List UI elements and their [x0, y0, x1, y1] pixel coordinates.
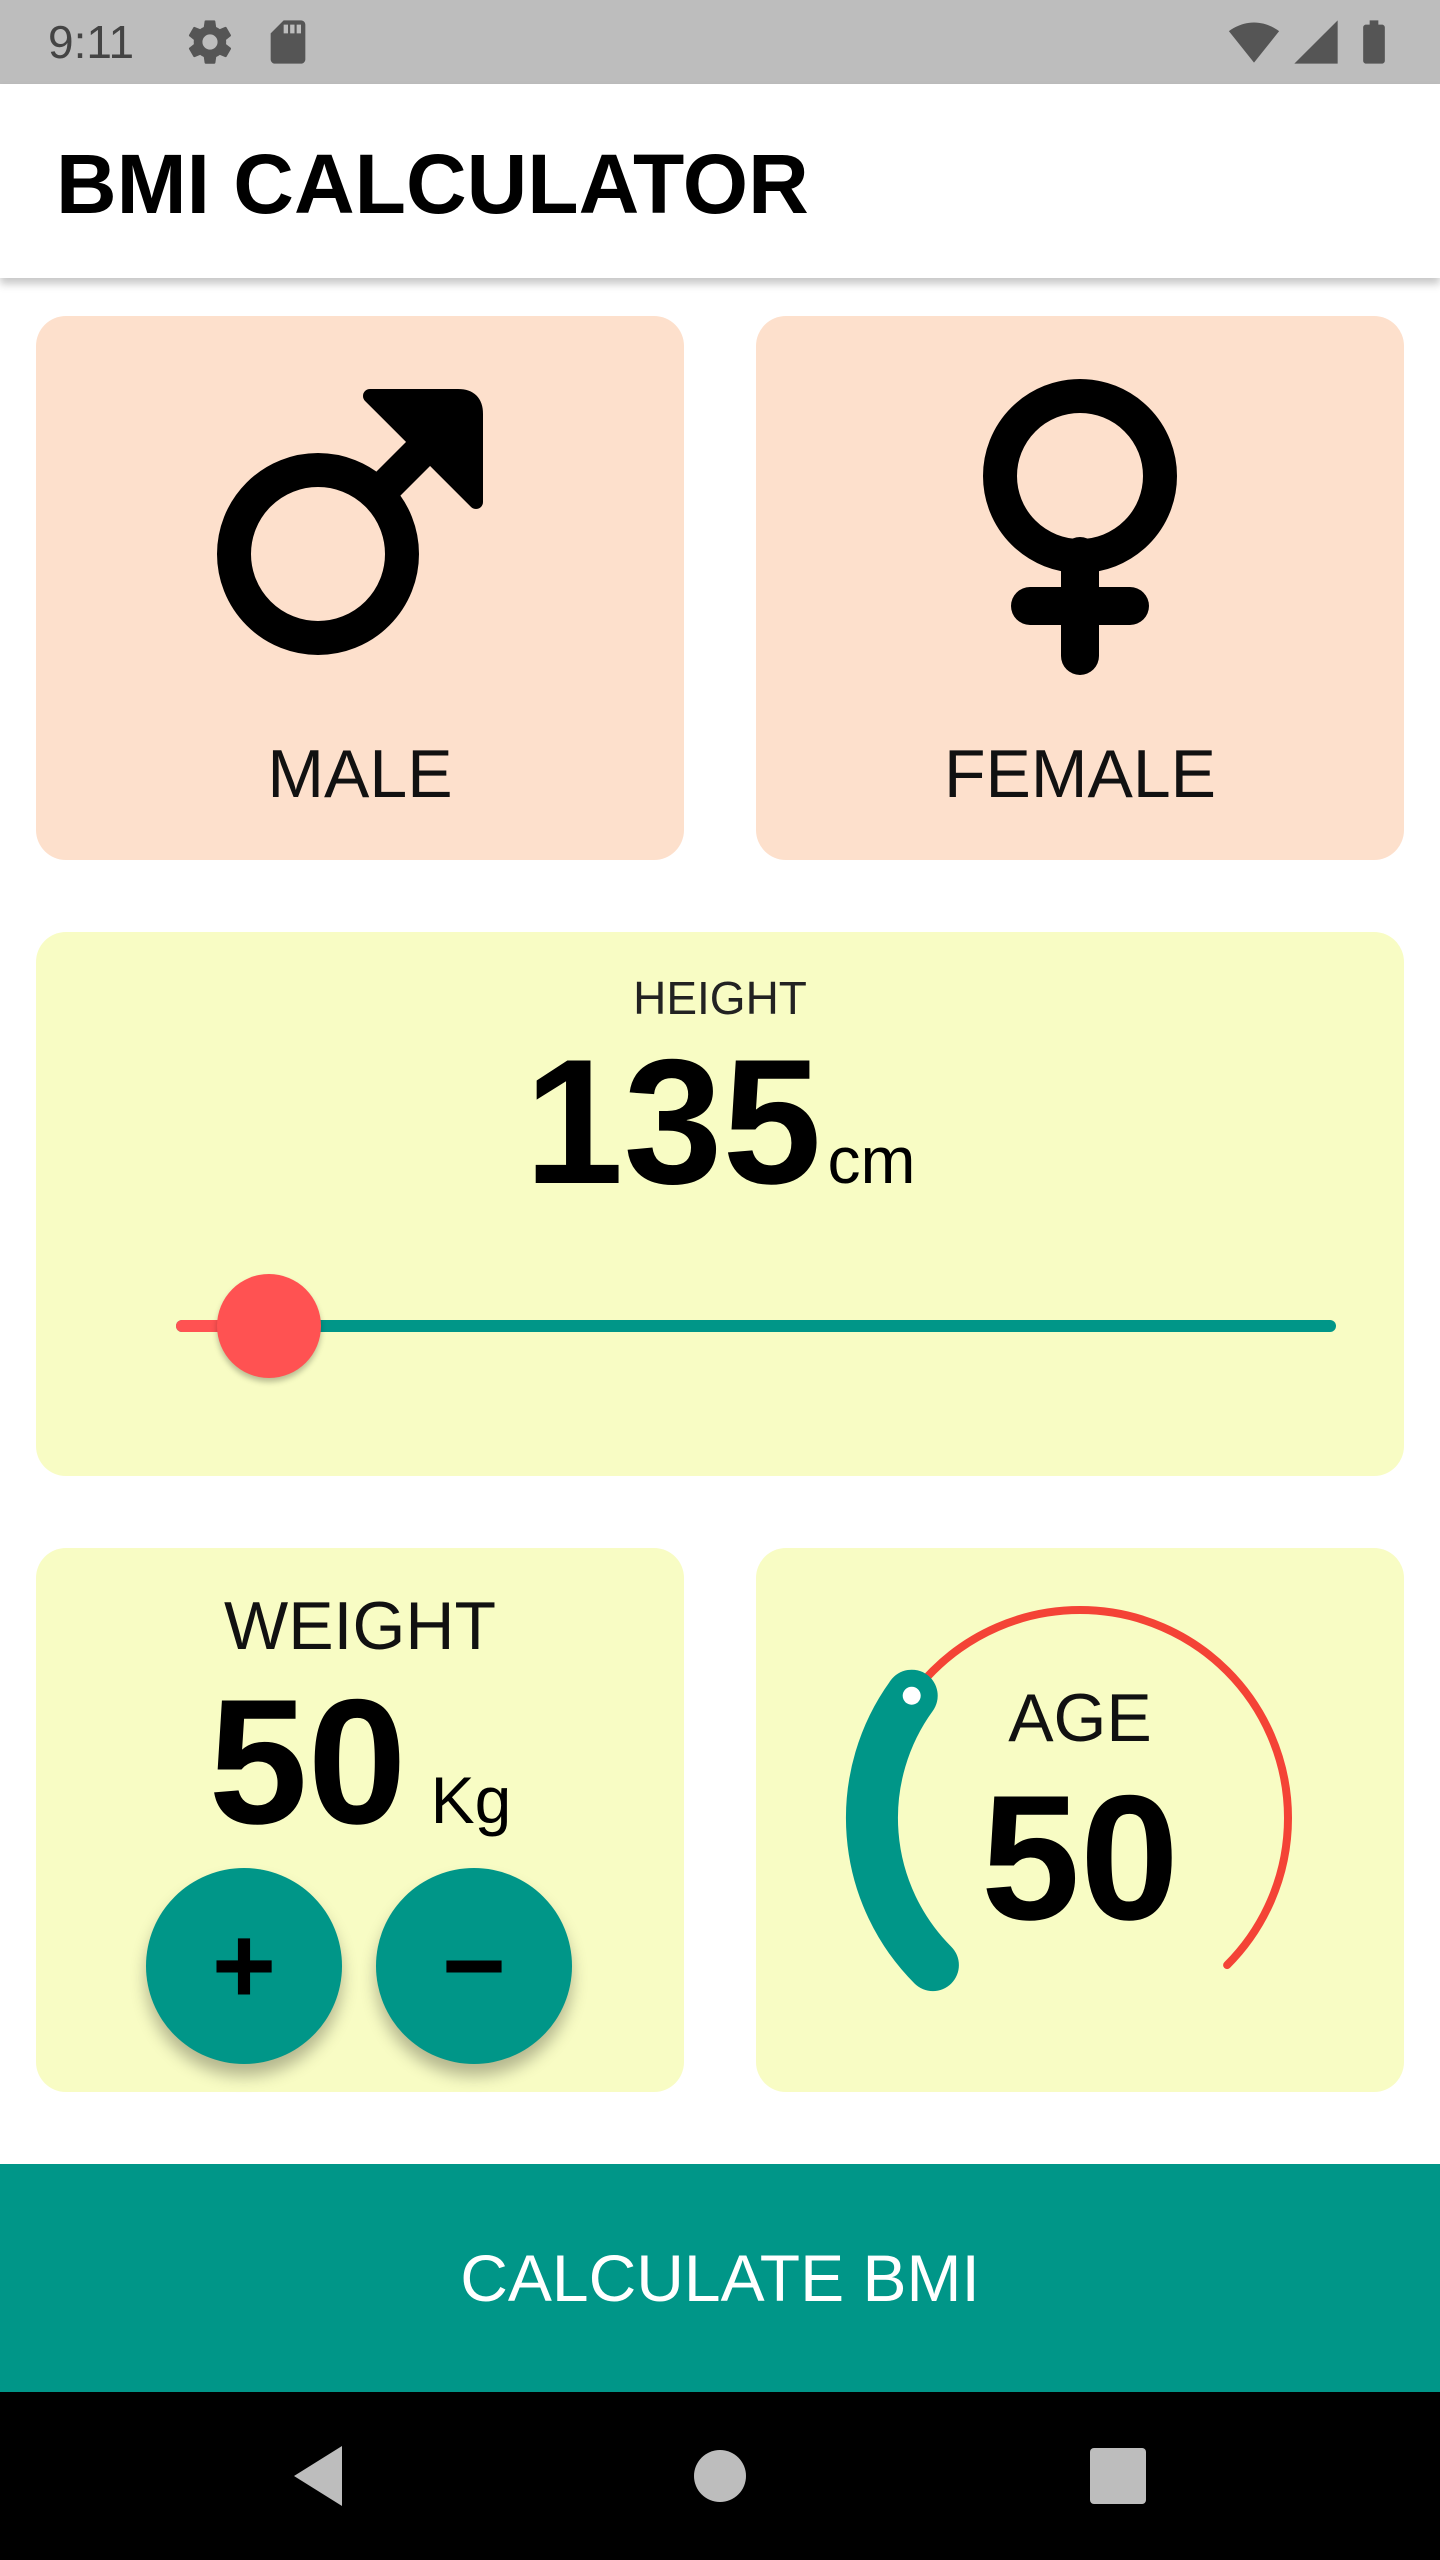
weight-label: WEIGHT — [224, 1588, 496, 1664]
age-label: AGE — [1008, 1680, 1152, 1756]
female-label: FEMALE — [943, 736, 1217, 812]
settings-icon — [188, 20, 232, 64]
male-card[interactable]: MALE — [36, 316, 684, 860]
female-symbol-icon — [983, 379, 1177, 675]
male-label: MALE — [267, 736, 453, 812]
wifi-icon — [1228, 22, 1280, 63]
decrement-weight-button[interactable]: − — [376, 1868, 572, 2064]
recents-icon[interactable] — [1078, 2436, 1158, 2516]
height-card: HEIGHT 135cm — [36, 932, 1404, 1476]
slider-track[interactable] — [176, 1320, 1336, 1332]
home-icon[interactable] — [680, 2436, 760, 2516]
weight-card: WEIGHT 50 Kg + − — [36, 1548, 684, 2092]
status-bar: 9:11 — [0, 0, 1440, 84]
slider-thumb[interactable] — [216, 1274, 321, 1378]
battery-icon — [1363, 20, 1385, 64]
height-value-row: 135cm — [36, 1032, 1404, 1212]
app-bar: BMI CALCULATOR — [0, 84, 1440, 278]
height-unit: cm — [827, 1123, 916, 1197]
height-label: HEIGHT — [633, 972, 807, 1024]
weight-value-row: 50 Kg — [36, 1672, 684, 1852]
age-card: AGE 50 — [756, 1548, 1404, 2092]
age-value: 50 — [981, 1758, 1179, 1957]
status-time: 9:11 — [48, 16, 135, 68]
weight-value: 50 — [208, 1662, 407, 1861]
height-slider[interactable] — [176, 1274, 1336, 1378]
cell-signal-icon — [1294, 20, 1338, 64]
plus-icon: + — [211, 1904, 277, 2027]
female-card[interactable]: FEMALE — [756, 316, 1404, 860]
minus-icon: − — [441, 1904, 507, 2027]
back-icon[interactable] — [280, 2436, 360, 2516]
increment-weight-button[interactable]: + — [146, 1868, 342, 2064]
male-symbol-icon — [217, 389, 483, 655]
calculate-bmi-button[interactable]: CALCULATE BMI — [0, 2164, 1440, 2392]
navigation-bar — [0, 2392, 1440, 2560]
sd-card-icon — [270, 20, 306, 64]
weight-unit: Kg — [430, 1763, 512, 1837]
app-title: BMI CALCULATOR — [56, 137, 809, 231]
height-value: 135 — [524, 1022, 822, 1221]
